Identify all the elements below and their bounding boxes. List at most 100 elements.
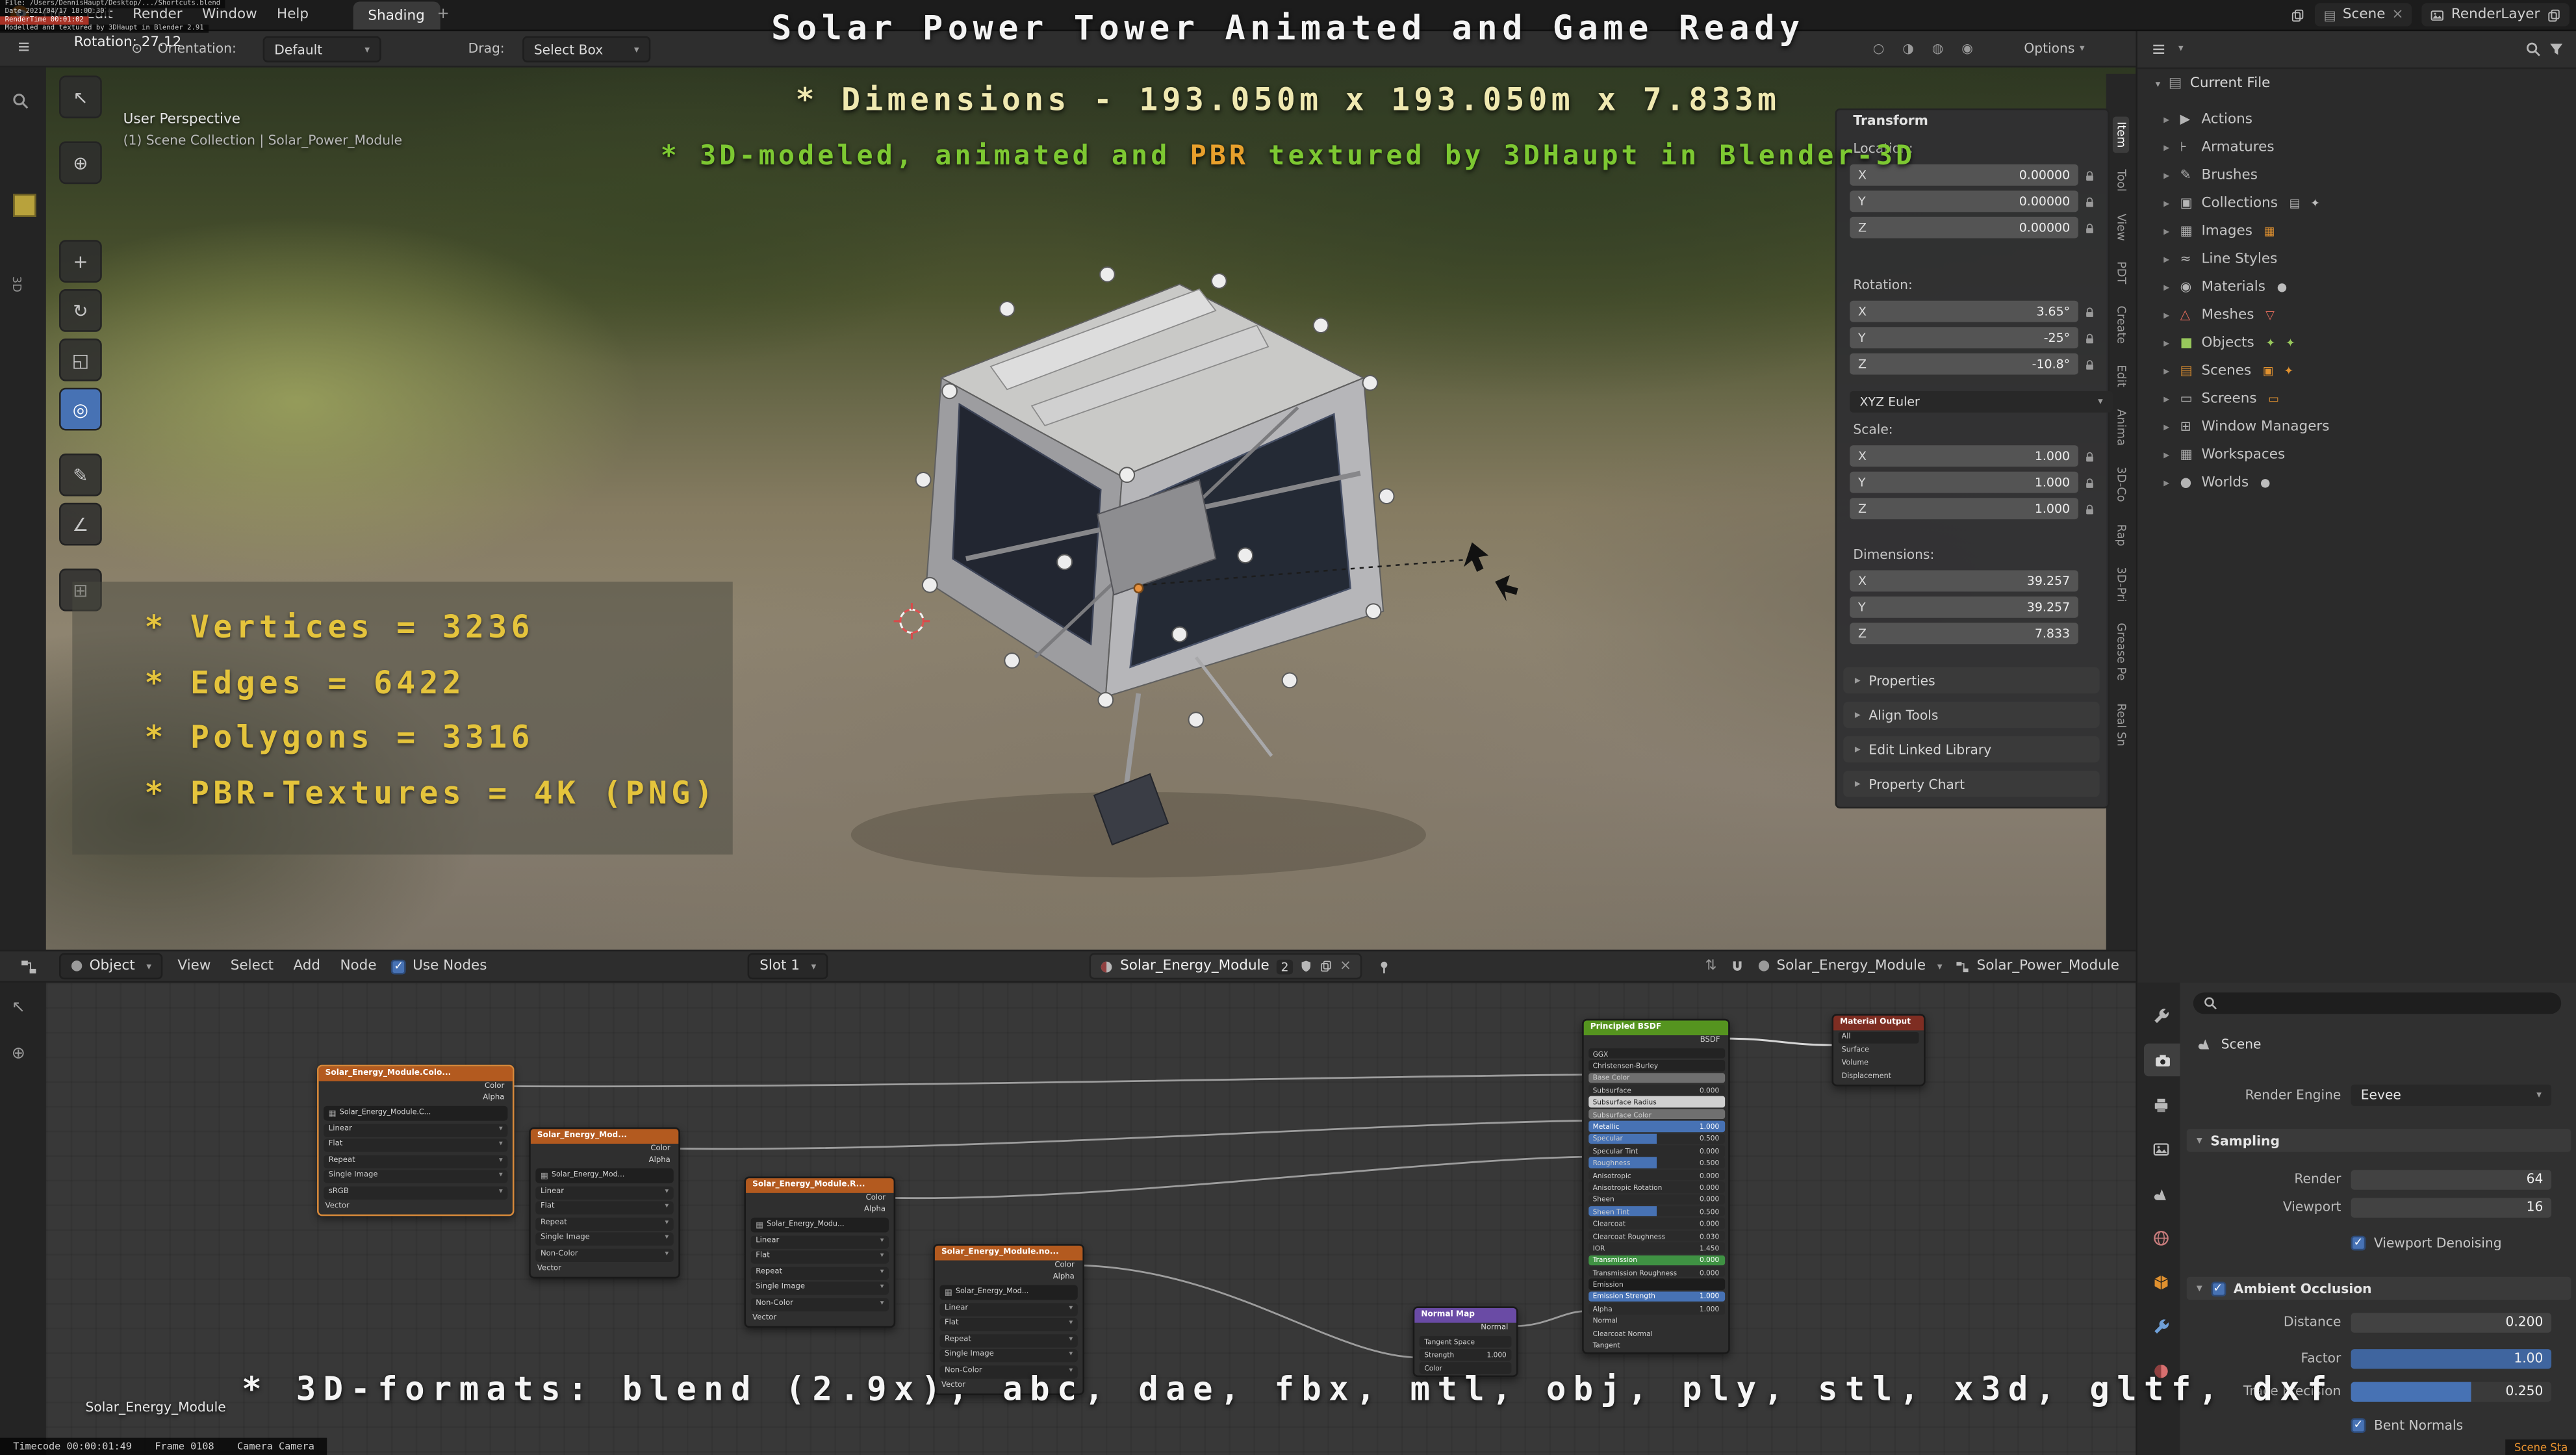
projection-dropdown[interactable]: Flat: [324, 1139, 507, 1152]
bsdf-input-row[interactable]: Transmission Roughness0.000: [1588, 1267, 1724, 1277]
normal-map-node[interactable]: Normal Map Normal Tangent Space Strength…: [1413, 1306, 1518, 1377]
viewport-3d[interactable]: User Perspective (1) Scene Collection | …: [46, 66, 2136, 949]
alpha-output-socket[interactable]: Alpha: [531, 1155, 679, 1167]
extension-dropdown[interactable]: Repeat: [535, 1217, 673, 1230]
material-selector[interactable]: Solar_Energy_Module 2 ×: [1089, 953, 1361, 979]
expand-arrow-icon[interactable]: ▸: [2163, 280, 2180, 293]
menu-item[interactable]: Add: [293, 958, 320, 974]
rotate-tool[interactable]: ↻: [59, 289, 102, 332]
rotation-field[interactable]: X3.65°: [1850, 301, 2078, 322]
expand-arrow-icon[interactable]: ▸: [2163, 196, 2180, 209]
tab-output[interactable]: [2144, 1088, 2177, 1121]
bsdf-input-row[interactable]: Christensen-Burley: [1588, 1061, 1724, 1071]
image-texture-node[interactable]: Solar_Energy_Module.Colo... Color Alpha …: [317, 1065, 514, 1217]
bsdf-input-row[interactable]: Subsurface0.000: [1588, 1085, 1724, 1095]
bsdf-input-row[interactable]: Sheen Tint0.500: [1588, 1206, 1724, 1217]
sidebar-tab[interactable]: Grease Pe: [2113, 619, 2129, 686]
collapsed-panel-header[interactable]: ▸Property Chart: [1843, 771, 2099, 797]
expand-arrow-icon[interactable]: ▸: [2163, 308, 2180, 321]
cursor-tool-icon[interactable]: ⊕: [12, 1045, 25, 1063]
tab-scene[interactable]: [2144, 1177, 2177, 1210]
color-output-socket[interactable]: Color: [746, 1193, 894, 1205]
color-swatch[interactable]: [13, 194, 36, 216]
vector-input-socket[interactable]: Vector: [531, 1264, 679, 1277]
sidebar-tab[interactable]: Anima: [2113, 404, 2129, 451]
bsdf-input-row[interactable]: Normal: [1588, 1315, 1724, 1326]
expand-arrow-icon[interactable]: ▸: [2163, 392, 2180, 405]
bsdf-input-row[interactable]: Metallic1.000: [1588, 1121, 1724, 1131]
colorspace-dropdown[interactable]: Non-Color: [535, 1248, 673, 1261]
image-name-field[interactable]: ▦Solar_Energy_Modu...: [751, 1218, 889, 1233]
extension-dropdown[interactable]: Repeat: [751, 1266, 889, 1279]
node-tree-breadcrumb[interactable]: Solar_Power_Module: [1956, 958, 2119, 974]
bsdf-input-row[interactable]: Specular0.500: [1588, 1133, 1724, 1144]
sidebar-tab[interactable]: Real Sn: [2113, 698, 2129, 751]
projection-dropdown[interactable]: Flat: [939, 1318, 1077, 1331]
image-name-field[interactable]: ▦Solar_Energy_Module.C...: [324, 1106, 507, 1121]
location-field[interactable]: Y0.00000: [1850, 190, 2078, 212]
sidebar-tab[interactable]: 3D-Pri: [2113, 562, 2129, 607]
bsdf-input-row[interactable]: Anisotropic0.000: [1588, 1170, 1724, 1180]
use-nodes-toggle[interactable]: Use Nodes: [391, 958, 487, 974]
checkbox-checked[interactable]: [2351, 1236, 2366, 1251]
new-material-icon[interactable]: [1320, 960, 1333, 973]
principled-bsdf-node[interactable]: Principled BSDF BSDF GGX Christensen-Bur…: [1582, 1019, 1730, 1354]
node-title[interactable]: Solar_Energy_Module.no...: [935, 1246, 1083, 1261]
checkbox-checked[interactable]: [2210, 1281, 2225, 1296]
bsdf-input-row[interactable]: Base Color: [1588, 1072, 1724, 1083]
outliner-item[interactable]: ▸ ≈ Line Styles: [2137, 245, 2576, 273]
extension-dropdown[interactable]: Repeat: [939, 1333, 1077, 1346]
outliner-item[interactable]: ▸ ▤ Scenes ▣ ✦: [2137, 357, 2576, 385]
checkbox-checked[interactable]: [391, 959, 406, 973]
rotation-mode-dropdown[interactable]: XYZ Euler▾: [1850, 391, 2113, 413]
bsdf-input-row[interactable]: Roughness0.500: [1588, 1157, 1724, 1168]
lock-icon[interactable]: [2083, 221, 2096, 234]
outliner-item[interactable]: ▸ ◉ Materials ●: [2137, 273, 2576, 301]
tab-view-layer[interactable]: [2144, 1132, 2177, 1165]
interpolation-dropdown[interactable]: Linear: [535, 1185, 673, 1198]
bsdf-input-row[interactable]: Subsurface Radius: [1588, 1097, 1724, 1107]
ao-distance-field[interactable]: 0.200: [2351, 1312, 2552, 1332]
source-dropdown[interactable]: Single Image: [324, 1170, 507, 1183]
colorspace-dropdown[interactable]: sRGB: [324, 1185, 507, 1198]
annotate-tool[interactable]: ✎: [59, 454, 102, 496]
sidebar-tab[interactable]: PDT: [2113, 257, 2129, 289]
scale-field[interactable]: Z1.000: [1850, 498, 2078, 519]
interpolation-dropdown[interactable]: Linear: [939, 1302, 1077, 1315]
lock-icon[interactable]: [2083, 331, 2096, 344]
lock-icon[interactable]: [2083, 305, 2096, 318]
source-dropdown[interactable]: Single Image: [939, 1349, 1077, 1362]
normal-map-row[interactable]: Tangent Space: [1420, 1336, 1512, 1348]
source-dropdown[interactable]: Single Image: [751, 1281, 889, 1294]
normal-output-socket[interactable]: Normal: [1414, 1323, 1516, 1335]
rotation-field[interactable]: Z-10.8°: [1850, 354, 2078, 375]
menu-item[interactable]: Node: [340, 958, 376, 974]
ambient-occlusion-panel-header[interactable]: ▾ Ambient Occlusion: [2187, 1277, 2571, 1300]
properties-search-input[interactable]: [2193, 992, 2561, 1014]
tab-tool[interactable]: [2144, 999, 2177, 1032]
output-input-row[interactable]: Surface: [1839, 1045, 1919, 1057]
bsdf-input-row[interactable]: Subsurface Color: [1588, 1109, 1724, 1119]
editor-type-icon[interactable]: [19, 957, 38, 975]
color-output-socket[interactable]: Color: [319, 1081, 513, 1093]
outliner-item[interactable]: ▸ ⊞ Window Managers: [2137, 413, 2576, 441]
collapsed-panel-header[interactable]: ▸Properties: [1843, 667, 2099, 693]
lock-icon[interactable]: [2083, 476, 2096, 489]
outliner-item[interactable]: ▸ ■ Objects ✦ ✦: [2137, 329, 2576, 357]
sidebar-tab[interactable]: Edit: [2113, 361, 2129, 393]
color-output-socket[interactable]: Color: [531, 1144, 679, 1155]
output-input-row[interactable]: Displacement: [1839, 1072, 1919, 1083]
slot-dropdown[interactable]: Slot 1▾: [748, 953, 828, 979]
collapsed-panel-header[interactable]: ▸Align Tools: [1843, 702, 2099, 728]
bsdf-input-row[interactable]: Anisotropic Rotation0.000: [1588, 1182, 1724, 1192]
bsdf-input-row[interactable]: Transmission0.000: [1588, 1255, 1724, 1265]
menu-item[interactable]: Select: [231, 958, 274, 974]
bsdf-input-row[interactable]: Specular Tint0.000: [1588, 1146, 1724, 1156]
bsdf-input-row[interactable]: Clearcoat0.000: [1588, 1218, 1724, 1229]
collapsed-panel-header[interactable]: ▸Edit Linked Library: [1843, 736, 2099, 762]
lock-icon[interactable]: [2083, 502, 2096, 515]
lock-icon[interactable]: [2083, 450, 2096, 463]
ao-factor-slider[interactable]: 1.00: [2351, 1348, 2552, 1368]
image-name-field[interactable]: ▦Solar_Energy_Mod...: [939, 1285, 1077, 1300]
sidebar-tab[interactable]: View: [2113, 208, 2129, 245]
